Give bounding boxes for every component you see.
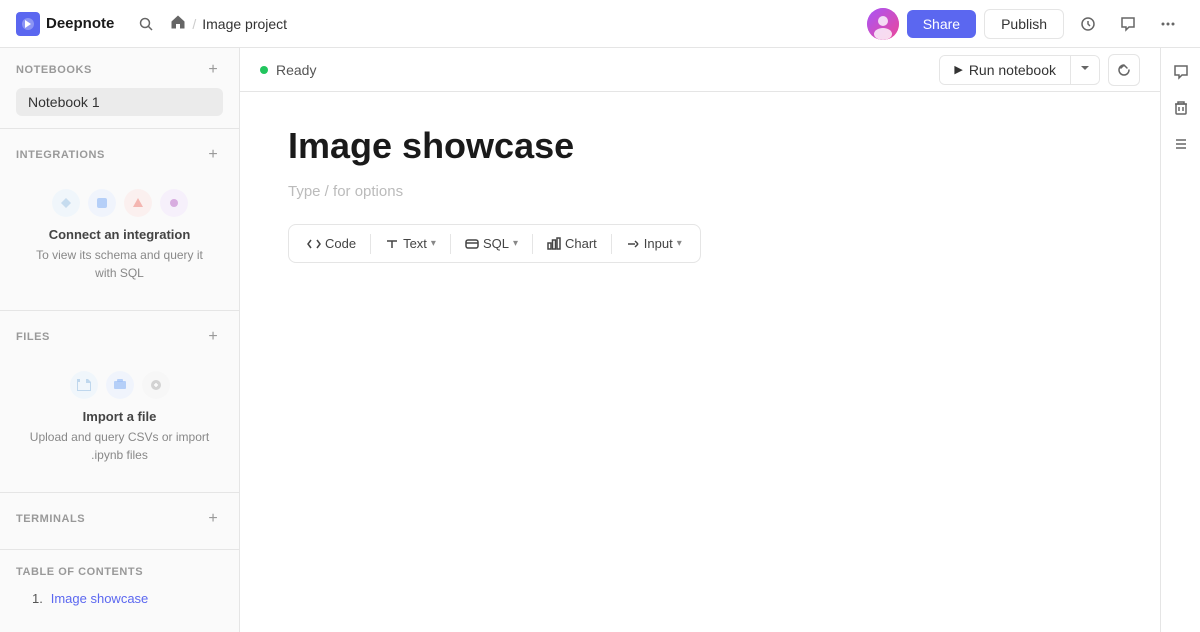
add-terminal-button[interactable]: + xyxy=(203,509,223,529)
code-icon xyxy=(307,237,321,251)
topbar-actions: Share Publish xyxy=(867,8,1184,40)
right-sidebar xyxy=(1160,48,1200,632)
status-bar: Ready ▶ Run notebook xyxy=(240,48,1160,92)
toc-item-link[interactable]: Image showcase xyxy=(51,591,149,606)
add-notebook-button[interactable]: + xyxy=(203,60,223,80)
cell-btn-code-label: Code xyxy=(325,236,356,251)
input-chevron-icon: ▾ xyxy=(677,238,682,249)
cell-btn-sep-3 xyxy=(532,234,533,254)
toc-section: TABLE OF CONTENTS 1. Image showcase xyxy=(0,554,239,618)
history-button[interactable] xyxy=(1072,8,1104,40)
logo-icon xyxy=(16,12,40,36)
search-button[interactable] xyxy=(130,8,162,40)
cell-btn-input-label: Input xyxy=(644,236,673,251)
cell-btn-input[interactable]: Input ▾ xyxy=(616,231,692,256)
file-icon-2 xyxy=(106,371,134,399)
chart-icon xyxy=(547,237,561,251)
cell-btn-chart-label: Chart xyxy=(565,236,597,251)
publish-button[interactable]: Publish xyxy=(984,9,1064,39)
run-button-group: ▶ Run notebook xyxy=(939,55,1100,85)
integrations-empty-title: Connect an integration xyxy=(49,227,191,242)
file-icon-3 xyxy=(142,371,170,399)
notebook-content: Image showcase Type / for options Code T… xyxy=(240,92,1140,295)
cell-btn-sql-label: SQL xyxy=(483,236,509,251)
integrations-empty: Connect an integration To view its schem… xyxy=(16,173,223,298)
run-notebook-button[interactable]: ▶ Run notebook xyxy=(940,56,1071,84)
sql-icon xyxy=(465,237,479,251)
topbar: Deepnote / Image project Share Publish xyxy=(0,0,1200,48)
toc-item-number: 1. xyxy=(32,591,43,606)
cell-btn-sep-1 xyxy=(370,234,371,254)
cell-btn-sql[interactable]: SQL ▾ xyxy=(455,231,528,256)
notebook-title[interactable]: Image showcase xyxy=(288,124,1092,167)
cell-btn-text-label: Text xyxy=(403,236,427,251)
right-list-button[interactable] xyxy=(1165,128,1197,160)
notebooks-section: NOTEBOOKS + Notebook 1 xyxy=(0,48,239,124)
files-empty-title: Import a file xyxy=(83,409,157,424)
notebooks-title: NOTEBOOKS xyxy=(16,64,92,76)
share-button[interactable]: Share xyxy=(907,10,976,38)
run-label: Run notebook xyxy=(969,62,1056,78)
toc-title: TABLE OF CONTENTS xyxy=(16,566,143,578)
breadcrumb-project: Image project xyxy=(202,16,287,32)
add-file-button[interactable]: + xyxy=(203,327,223,347)
status-dot xyxy=(260,66,268,74)
text-icon xyxy=(385,237,399,251)
run-dropdown-button[interactable] xyxy=(1071,56,1099,83)
cell-toolbar: Code Text ▾ SQL ▾ xyxy=(288,224,701,263)
sql-chevron-icon: ▾ xyxy=(513,238,518,249)
cell-btn-sep-4 xyxy=(611,234,612,254)
cell-btn-code[interactable]: Code xyxy=(297,231,366,256)
terminals-title: TERMINALS xyxy=(16,513,85,525)
files-empty: Import a file Upload and query CSVs or i… xyxy=(16,355,223,480)
sidebar: NOTEBOOKS + Notebook 1 INTEGRATIONS + xyxy=(0,48,240,632)
app-name: Deepnote xyxy=(46,15,114,32)
integrations-title: INTEGRATIONS xyxy=(16,149,105,161)
breadcrumb-sep: / xyxy=(192,16,196,32)
more-button[interactable] xyxy=(1152,8,1184,40)
notebook-placeholder[interactable]: Type / for options xyxy=(288,183,1092,200)
integration-icon-2 xyxy=(88,189,116,217)
home-icon[interactable] xyxy=(170,14,186,33)
toc-item: 1. Image showcase xyxy=(16,586,223,610)
input-icon xyxy=(626,237,640,251)
notebook-area: Ready ▶ Run notebook Image showcase xyxy=(240,48,1160,632)
file-icon-1 xyxy=(70,371,98,399)
avatar[interactable] xyxy=(867,8,899,40)
add-integration-button[interactable]: + xyxy=(203,145,223,165)
cell-btn-chart[interactable]: Chart xyxy=(537,231,607,256)
files-empty-desc: Upload and query CSVs or import .ipynb f… xyxy=(28,428,211,464)
status-text: Ready xyxy=(276,62,931,78)
right-delete-button[interactable] xyxy=(1165,92,1197,124)
integration-icon-3 xyxy=(124,189,152,217)
refresh-button[interactable] xyxy=(1108,54,1140,86)
files-section: FILES + Import a file Upload and query xyxy=(0,315,239,488)
files-title: FILES xyxy=(16,331,50,343)
right-comment-button[interactable] xyxy=(1165,56,1197,88)
text-chevron-icon: ▾ xyxy=(431,238,436,249)
main-layout: NOTEBOOKS + Notebook 1 INTEGRATIONS + xyxy=(0,48,1200,632)
integrations-empty-desc: To view its schema and query it with SQL xyxy=(28,246,211,282)
app-logo[interactable]: Deepnote xyxy=(16,12,114,36)
breadcrumb: / Image project xyxy=(170,14,858,33)
integrations-section: INTEGRATIONS + xyxy=(0,133,239,306)
run-icon: ▶ xyxy=(954,63,962,76)
sidebar-item-notebook1[interactable]: Notebook 1 xyxy=(16,88,223,116)
cell-btn-sep-2 xyxy=(450,234,451,254)
content-area: Ready ▶ Run notebook Image showcase xyxy=(240,48,1200,632)
integration-icon-4 xyxy=(160,189,188,217)
comments-button[interactable] xyxy=(1112,8,1144,40)
integration-icon-1 xyxy=(52,189,80,217)
terminals-section: TERMINALS + xyxy=(0,497,239,545)
cell-btn-text[interactable]: Text ▾ xyxy=(375,231,446,256)
